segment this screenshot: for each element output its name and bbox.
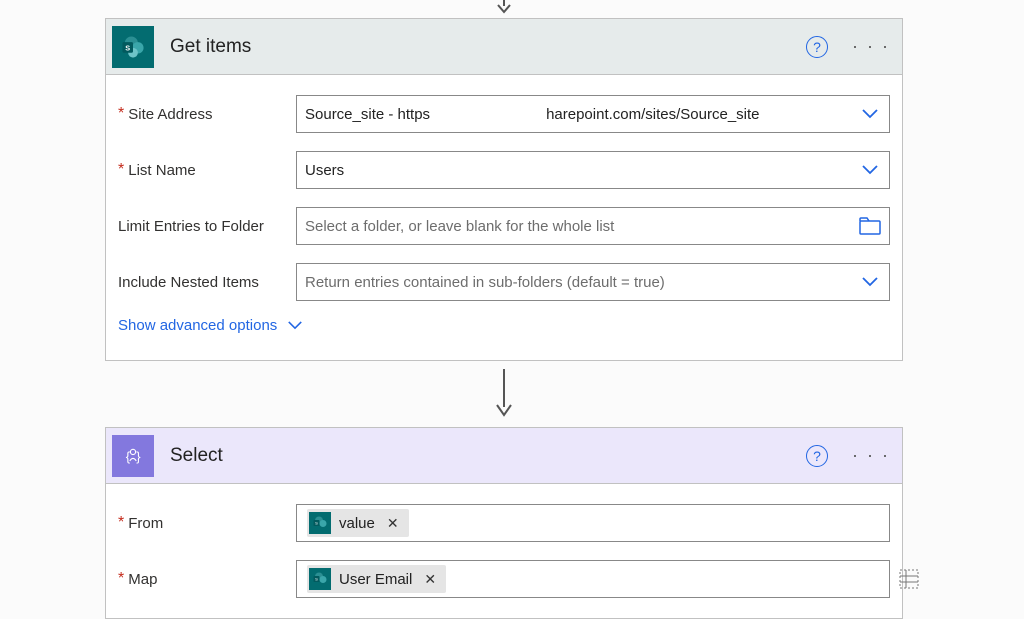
connector-incoming	[105, 0, 903, 18]
label-text: List Name	[128, 162, 196, 179]
card-body: * From S value	[106, 484, 902, 618]
dynamic-content-token[interactable]: S User Email ✕	[307, 565, 446, 593]
card-header[interactable]: { } Select ? · · ·	[106, 428, 902, 484]
field-list-name: * List Name Users	[118, 151, 890, 189]
sharepoint-icon: S	[309, 512, 331, 534]
chevron-down-icon	[287, 320, 303, 331]
chevron-down-icon	[861, 108, 879, 120]
include-nested-dropdown[interactable]: Return entries contained in sub-folders …	[296, 263, 890, 301]
chevron-down-icon	[861, 164, 879, 176]
field-limit-folder: Limit Entries to Folder Select a folder,…	[118, 207, 890, 245]
sharepoint-icon: S	[112, 26, 154, 68]
required-asterisk: *	[118, 514, 124, 532]
field-from: * From S value	[118, 504, 890, 542]
token-label: value	[339, 515, 375, 532]
chevron-down-icon	[861, 276, 879, 288]
field-label: * Map	[118, 570, 296, 588]
site-address-dropdown[interactable]: Source_site - httpsharepoint.com/sites/S…	[296, 95, 890, 133]
dynamic-content-token[interactable]: S value ✕	[307, 509, 409, 537]
action-card-select: { } Select ? · · · * From	[105, 427, 903, 619]
svg-text:S: S	[125, 43, 130, 52]
field-site-address: * Site Address Source_site - httpsharepo…	[118, 95, 890, 133]
field-label: * From	[118, 514, 296, 532]
placeholder-text: Select a folder, or leave blank for the …	[305, 218, 881, 235]
more-menu-icon[interactable]: · · ·	[852, 445, 890, 466]
label-text: Map	[128, 571, 157, 588]
card-body: * Site Address Source_site - httpsharepo…	[106, 75, 902, 360]
label-text: Include Nested Items	[118, 274, 259, 291]
list-name-dropdown[interactable]: Users	[296, 151, 890, 189]
help-icon[interactable]: ?	[806, 445, 828, 467]
connector-arrow	[105, 361, 903, 427]
card-header[interactable]: S Get items ? · · ·	[106, 19, 902, 75]
map-input[interactable]: S User Email ✕	[296, 560, 890, 598]
svg-text:}: }	[136, 448, 141, 463]
label-text: Site Address	[128, 106, 212, 123]
field-map: * Map S User Email	[118, 560, 890, 598]
label-text: From	[128, 515, 163, 532]
help-icon[interactable]: ?	[806, 36, 828, 58]
link-text: Show advanced options	[118, 317, 277, 334]
show-advanced-options-link[interactable]: Show advanced options	[118, 309, 303, 344]
folder-icon[interactable]	[859, 217, 881, 235]
sharepoint-icon: S	[309, 568, 331, 590]
more-menu-icon[interactable]: · · ·	[852, 36, 890, 57]
card-title: Select	[170, 445, 806, 467]
field-label: Include Nested Items	[118, 274, 296, 291]
data-operation-icon: { }	[112, 435, 154, 477]
switch-to-text-mode-icon[interactable]	[899, 569, 919, 589]
arrow-down-icon	[492, 369, 516, 419]
field-label: * List Name	[118, 161, 296, 179]
remove-token-icon[interactable]: ✕	[420, 571, 440, 588]
placeholder-text: Return entries contained in sub-folders …	[305, 274, 881, 291]
input-value: Users	[305, 162, 881, 179]
svg-text:S: S	[315, 577, 318, 582]
field-label: Limit Entries to Folder	[118, 218, 296, 235]
required-asterisk: *	[118, 161, 124, 179]
limit-folder-input[interactable]: Select a folder, or leave blank for the …	[296, 207, 890, 245]
field-label: * Site Address	[118, 105, 296, 123]
token-label: User Email	[339, 571, 412, 588]
input-value: Source_site - httpsharepoint.com/sites/S…	[305, 106, 881, 123]
action-card-get-items: S Get items ? · · · * Site Address Sourc…	[105, 18, 903, 361]
svg-text:S: S	[315, 521, 318, 526]
field-include-nested: Include Nested Items Return entries cont…	[118, 263, 890, 301]
required-asterisk: *	[118, 570, 124, 588]
label-text: Limit Entries to Folder	[118, 218, 264, 235]
remove-token-icon[interactable]: ✕	[383, 515, 403, 532]
card-title: Get items	[170, 36, 806, 58]
required-asterisk: *	[118, 105, 124, 123]
from-input[interactable]: S value ✕	[296, 504, 890, 542]
arrow-down-icon	[494, 0, 514, 14]
